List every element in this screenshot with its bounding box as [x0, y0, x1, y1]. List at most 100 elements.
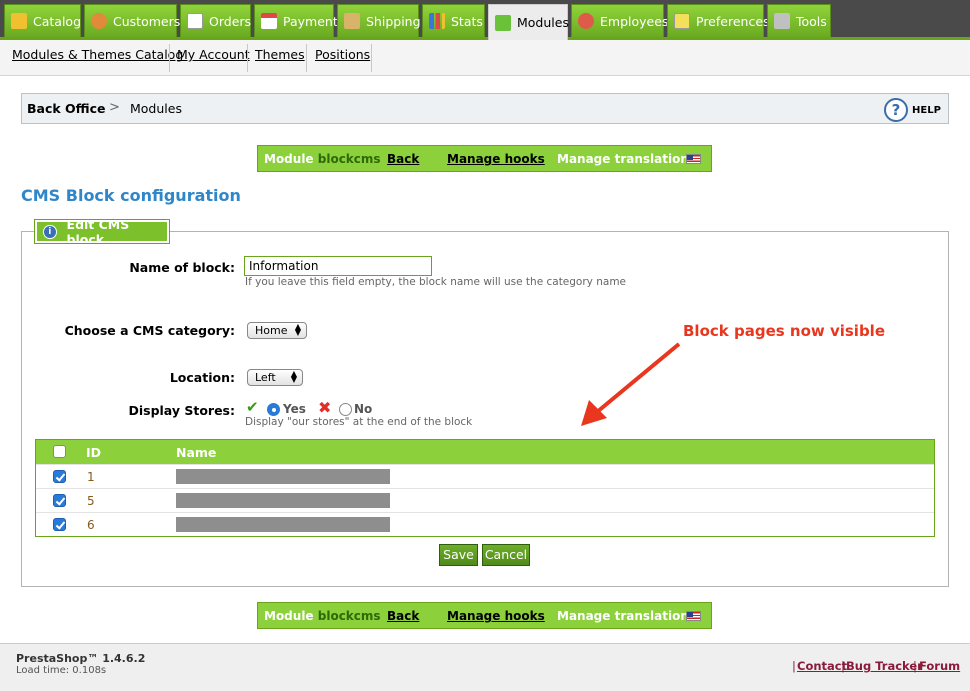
row-checkbox[interactable]	[53, 494, 66, 507]
tab-label: Employees	[600, 13, 669, 29]
catalog-icon	[11, 13, 27, 29]
module-label: Module blockcms	[264, 152, 381, 166]
help-label[interactable]: HELP	[912, 105, 941, 116]
table-row: 6	[36, 512, 934, 536]
check-icon: ✔	[246, 398, 259, 416]
cancel-button[interactable]: Cancel	[482, 544, 530, 566]
back-link[interactable]: Back	[387, 609, 419, 623]
module-toolbar-bottom: Module blockcms Back Manage hooks Manage…	[257, 602, 712, 629]
select-arrows-icon: ▲ ▼	[290, 369, 297, 384]
us-flag-icon[interactable]	[686, 154, 701, 164]
manage-hooks-link[interactable]: Manage hooks	[447, 609, 545, 623]
save-button[interactable]: Save	[439, 544, 478, 566]
main-tab-bar: Catalog Customers Orders Payment Shippin…	[0, 0, 970, 40]
breadcrumb: Back Office > Modules ? HELP	[21, 93, 949, 124]
legend-label: Edit CMS block	[66, 216, 130, 247]
table-row: 1	[36, 464, 934, 488]
help-icon[interactable]: ?	[884, 98, 908, 122]
footer: PrestaShop™ 1.4.6.2 Load time: 0.108s | …	[0, 643, 970, 691]
tab-label: Shipping	[366, 13, 421, 29]
stores-no-radio[interactable]	[339, 403, 352, 416]
stores-yes-radio[interactable]	[267, 403, 280, 416]
table-row: 5	[36, 488, 934, 512]
row-id: 6	[87, 518, 95, 532]
breadcrumb-separator: >	[109, 100, 120, 115]
submenu-modules-themes-catalog[interactable]: Modules & Themes Catalog	[12, 47, 183, 62]
tab-customers[interactable]: Customers	[84, 4, 181, 37]
select-all-checkbox[interactable]	[53, 445, 66, 458]
divider	[169, 44, 170, 72]
divider	[306, 44, 307, 72]
stores-yes-label[interactable]: Yes	[283, 402, 306, 416]
submenu-themes[interactable]: Themes	[255, 47, 305, 62]
location-label: Location:	[169, 370, 235, 385]
orders-icon	[187, 13, 203, 29]
submenu-positions[interactable]: Positions	[315, 47, 370, 62]
tab-label: Stats	[451, 13, 483, 29]
tab-label: Preferences	[696, 13, 770, 29]
module-label: Module blockcms	[264, 609, 381, 623]
divider	[371, 44, 372, 72]
location-select[interactable]: Left ▲ ▼	[247, 369, 303, 386]
row-name-redacted	[176, 469, 390, 484]
row-name-redacted	[176, 493, 390, 508]
cross-icon: ✖	[318, 398, 332, 417]
row-checkbox[interactable]	[53, 470, 66, 483]
cms-category-select[interactable]: Home ▲ ▼	[247, 322, 307, 339]
submenu-my-account[interactable]: My Account	[177, 47, 250, 62]
name-of-block-label: Name of block:	[129, 260, 235, 275]
customers-icon	[91, 13, 107, 29]
tab-preferences[interactable]: Preferences	[667, 4, 770, 37]
tab-shipping[interactable]: Shipping	[337, 4, 421, 37]
tab-label: Orders	[209, 13, 252, 29]
manage-translations-label: Manage translations:	[557, 152, 701, 166]
tab-catalog[interactable]: Catalog	[4, 4, 81, 37]
divider	[247, 44, 248, 72]
forum-link[interactable]: Forum	[919, 659, 960, 673]
annotation-text: Block pages now visible	[683, 322, 885, 340]
us-flag-icon[interactable]	[686, 611, 701, 621]
select-arrows-icon: ▲ ▼	[294, 322, 301, 337]
cms-category-value: Home	[255, 324, 288, 337]
back-link[interactable]: Back	[387, 152, 419, 166]
info-icon: i	[43, 224, 57, 239]
cms-category-label: Choose a CMS category:	[64, 323, 235, 338]
name-of-block-input[interactable]	[244, 256, 432, 276]
version-label: PrestaShop™ 1.4.6.2	[16, 652, 146, 665]
tab-tools[interactable]: Tools	[767, 4, 831, 37]
display-stores-label: Display Stores:	[128, 403, 235, 418]
tab-label: Catalog	[33, 13, 82, 29]
module-toolbar-top: Module blockcms Back Manage hooks Manage…	[257, 145, 712, 172]
breadcrumb-back-office[interactable]: Back Office	[27, 101, 106, 116]
breadcrumb-current: Modules	[130, 101, 182, 116]
tab-label: Customers	[113, 13, 181, 29]
bug-tracker-link[interactable]: Bug Tracker	[846, 659, 923, 673]
load-time: Load time: 0.108s	[16, 665, 107, 676]
tab-label: Tools	[796, 13, 827, 29]
shipping-icon	[344, 13, 360, 29]
location-value: Left	[255, 371, 276, 384]
tools-icon	[774, 13, 790, 29]
cms-pages-table: ID Name 1 5 6	[35, 439, 935, 537]
row-checkbox[interactable]	[53, 518, 66, 531]
tab-payment[interactable]: Payment	[254, 4, 338, 37]
tab-stats[interactable]: Stats	[422, 4, 485, 37]
payment-icon	[261, 13, 277, 29]
preferences-icon	[674, 13, 690, 29]
employees-icon	[578, 13, 594, 29]
tab-modules[interactable]: Modules	[488, 4, 569, 40]
page-title: CMS Block configuration	[21, 186, 241, 205]
stores-no-label[interactable]: No	[354, 402, 372, 416]
tab-orders[interactable]: Orders	[180, 4, 251, 37]
annotation-arrow-icon	[581, 342, 681, 426]
divider: |	[913, 659, 917, 673]
contact-link[interactable]: Contact	[797, 659, 847, 673]
manage-hooks-link[interactable]: Manage hooks	[447, 152, 545, 166]
divider: |	[792, 659, 796, 673]
table-header: ID Name	[36, 440, 934, 464]
fieldset-legend: i Edit CMS block	[34, 217, 170, 247]
tab-employees[interactable]: Employees	[571, 4, 668, 37]
divider: |	[841, 659, 845, 673]
row-name-redacted	[176, 517, 390, 532]
stats-icon	[429, 13, 445, 29]
